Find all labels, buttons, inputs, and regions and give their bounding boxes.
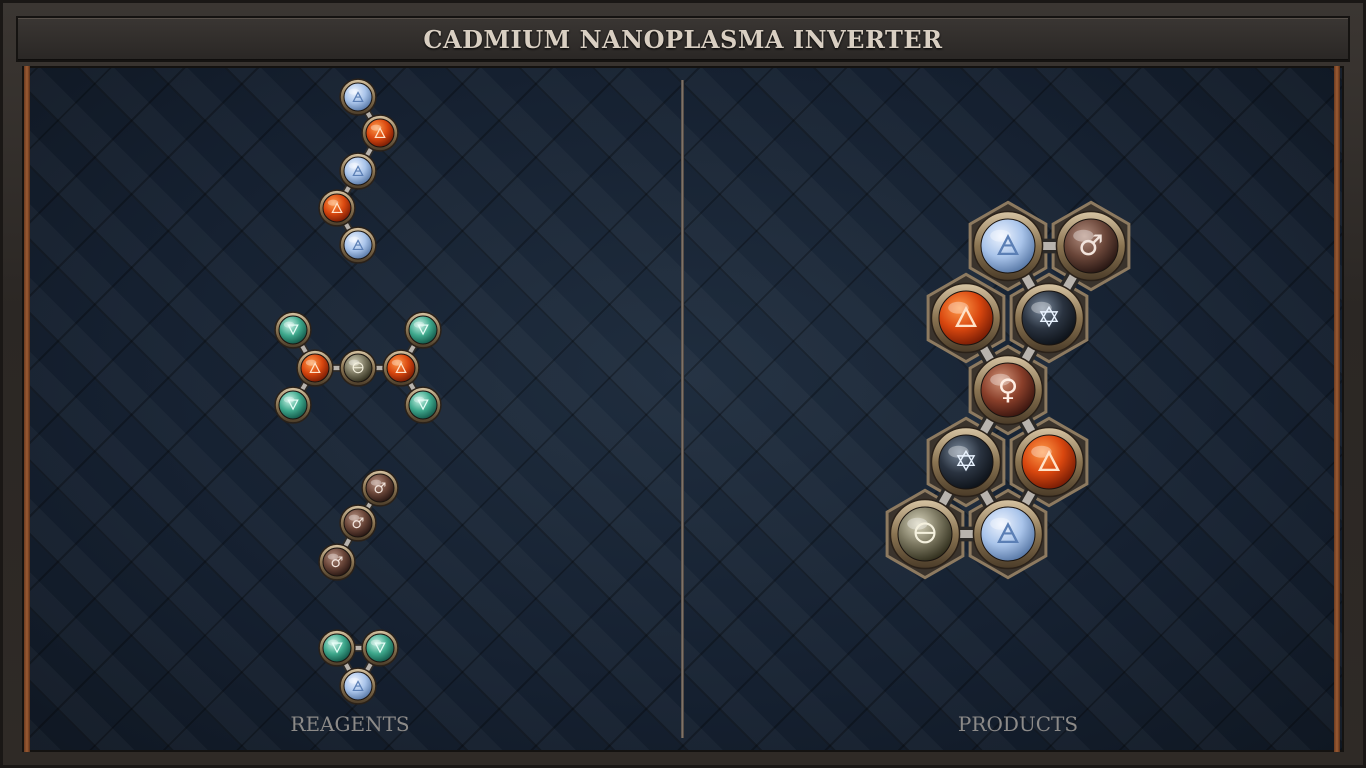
atom-fire[interactable]: 🜂 xyxy=(930,282,1002,354)
atom-iron[interactable]: ♂ xyxy=(361,469,399,507)
iron-symbol-icon: ♂ xyxy=(373,480,386,497)
atom-quint[interactable]: ✡ xyxy=(930,426,1002,498)
water-symbol-icon: 🜄 xyxy=(417,322,430,339)
reagent-2[interactable]: 🜄 🜂 🜄 🜔 🜂 🜄 🜄 xyxy=(274,311,442,424)
atom-air[interactable]: 🜁 xyxy=(972,210,1044,282)
atom-air[interactable]: 🜁 xyxy=(339,78,377,116)
atom-water[interactable]: 🜄 xyxy=(318,629,356,667)
fire-symbol-icon: 🜂 xyxy=(309,360,322,377)
water-symbol-icon: 🜄 xyxy=(287,397,300,414)
molecule-scene: 🜁 🜂 🜁 🜂 🜁 🜄 🜂 🜄 🜔 🜂 🜄 🜄 ♂ ♂ ♂ 🜄 🜄 🜁 🜁 ♂ 🜂 ✡ ♀ ✡ 🜂 🜔 🜁 xyxy=(274,78,1131,705)
fire-symbol-icon: 🜂 xyxy=(395,360,408,377)
atom-iron[interactable]: ♂ xyxy=(1055,210,1127,282)
fire-symbol-icon: 🜂 xyxy=(1037,445,1062,478)
fire-symbol-icon: 🜂 xyxy=(374,125,387,142)
quint-symbol-icon: ✡ xyxy=(1037,301,1061,334)
fire-symbol-icon: 🜂 xyxy=(954,301,979,334)
salt-symbol-icon: 🜔 xyxy=(352,360,364,377)
water-symbol-icon: 🜄 xyxy=(417,397,430,414)
water-symbol-icon: 🜄 xyxy=(331,640,344,657)
atom-water[interactable]: 🜄 xyxy=(274,386,312,424)
air-symbol-icon: 🜁 xyxy=(352,89,365,106)
atom-fire[interactable]: 🜂 xyxy=(296,349,334,387)
water-symbol-icon: 🜄 xyxy=(374,640,387,657)
atom-air[interactable]: 🜁 xyxy=(339,667,377,705)
reagent-1[interactable]: 🜁 🜂 🜁 🜂 🜁 xyxy=(318,78,399,264)
atom-salt[interactable]: 🜔 xyxy=(339,349,377,387)
products-label: PRODUCTS xyxy=(957,712,1079,736)
air-symbol-icon: 🜁 xyxy=(352,163,365,180)
atom-air[interactable]: 🜁 xyxy=(339,152,377,190)
atom-iron[interactable]: ♂ xyxy=(339,504,377,542)
atom-air[interactable]: 🜁 xyxy=(972,498,1044,570)
water-symbol-icon: 🜄 xyxy=(287,322,300,339)
salt-symbol-icon: 🜔 xyxy=(913,517,937,550)
iron-symbol-icon: ♂ xyxy=(1078,229,1103,262)
product-1[interactable]: 🜁 ♂ 🜂 ✡ ♀ ✡ 🜂 🜔 🜁 xyxy=(885,200,1131,580)
reagent-4[interactable]: 🜄 🜄 🜁 xyxy=(318,629,399,705)
copper-symbol-icon: ♀ xyxy=(998,373,1019,406)
atom-fire[interactable]: 🜂 xyxy=(318,189,356,227)
iron-symbol-icon: ♂ xyxy=(351,515,364,532)
atom-quint[interactable]: ✡ xyxy=(1013,282,1085,354)
atom-salt[interactable]: 🜔 xyxy=(889,498,961,570)
atom-water[interactable]: 🜄 xyxy=(404,386,442,424)
atom-air[interactable]: 🜁 xyxy=(339,226,377,264)
atom-iron[interactable]: ♂ xyxy=(318,543,356,581)
atom-fire[interactable]: 🜂 xyxy=(361,114,399,152)
atom-water[interactable]: 🜄 xyxy=(274,311,312,349)
quint-symbol-icon: ✡ xyxy=(954,445,978,478)
fire-symbol-icon: 🜂 xyxy=(331,200,344,217)
atom-water[interactable]: 🜄 xyxy=(404,311,442,349)
air-symbol-icon: 🜁 xyxy=(352,678,365,695)
air-symbol-icon: 🜁 xyxy=(352,237,365,254)
reagents-label: REAGENTS xyxy=(290,712,410,736)
atom-fire[interactable]: 🜂 xyxy=(382,349,420,387)
iron-symbol-icon: ♂ xyxy=(330,554,343,571)
atom-water[interactable]: 🜄 xyxy=(361,629,399,667)
air-symbol-icon: 🜁 xyxy=(996,517,1021,550)
atom-fire[interactable]: 🜂 xyxy=(1013,426,1085,498)
air-symbol-icon: 🜁 xyxy=(996,229,1021,262)
reagent-3[interactable]: ♂ ♂ ♂ xyxy=(318,469,399,581)
atom-copper[interactable]: ♀ xyxy=(972,354,1044,426)
